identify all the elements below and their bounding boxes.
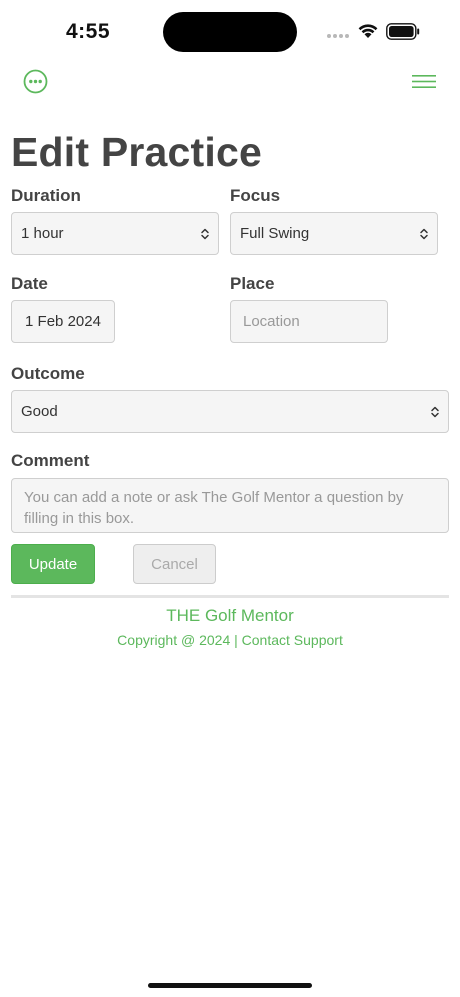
focus-label: Focus (230, 186, 281, 205)
outcome-value: Good (21, 403, 58, 420)
app-screen: 4:55 Edit Practice Duration 1 hour Focus… (0, 0, 460, 997)
select-chevron-icon (420, 228, 428, 239)
footer-separator: | (234, 632, 238, 648)
status-bar: 4:55 (0, 0, 460, 62)
duration-value: 1 hour (21, 225, 64, 242)
date-label: Date (11, 274, 48, 293)
footer-copyright-line: Copyright @ 2024 | Contact Support (0, 632, 460, 648)
date-input[interactable]: 1 Feb 2024 (11, 300, 115, 343)
focus-value: Full Swing (240, 225, 310, 242)
comment-placeholder: You can add a note or ask The Golf Mento… (24, 489, 404, 527)
wifi-icon (358, 24, 378, 38)
footer-divider (11, 595, 449, 598)
date-value: 1 Feb 2024 (25, 313, 101, 330)
comment-textarea[interactable]: You can add a note or ask The Golf Mento… (11, 478, 449, 533)
comment-label: Comment (11, 451, 90, 470)
contact-support-link[interactable]: Contact Support (242, 632, 343, 648)
place-label: Place (230, 274, 275, 293)
home-indicator[interactable] (148, 983, 312, 988)
select-chevron-icon (431, 406, 439, 417)
duration-label: Duration (11, 186, 81, 205)
more-options-icon[interactable] (23, 69, 48, 94)
place-input[interactable]: Location (230, 300, 388, 343)
outcome-label: Outcome (11, 364, 85, 383)
select-chevron-icon (201, 228, 209, 239)
cancel-button[interactable]: Cancel (133, 544, 216, 584)
page-title: Edit Practice (11, 129, 262, 175)
duration-select[interactable]: 1 hour (11, 212, 219, 255)
copyright-text: Copyright @ 2024 (117, 632, 231, 648)
dynamic-island (163, 12, 297, 52)
hamburger-menu-icon[interactable] (412, 73, 436, 90)
update-button[interactable]: Update (11, 544, 95, 584)
focus-select[interactable]: Full Swing (230, 212, 438, 255)
battery-icon (386, 23, 420, 40)
status-time: 4:55 (66, 20, 111, 43)
place-placeholder: Location (243, 313, 300, 330)
cellular-signal-icon (327, 34, 351, 38)
footer-brand: THE Golf Mentor (166, 606, 294, 625)
outcome-select[interactable]: Good (11, 390, 449, 433)
